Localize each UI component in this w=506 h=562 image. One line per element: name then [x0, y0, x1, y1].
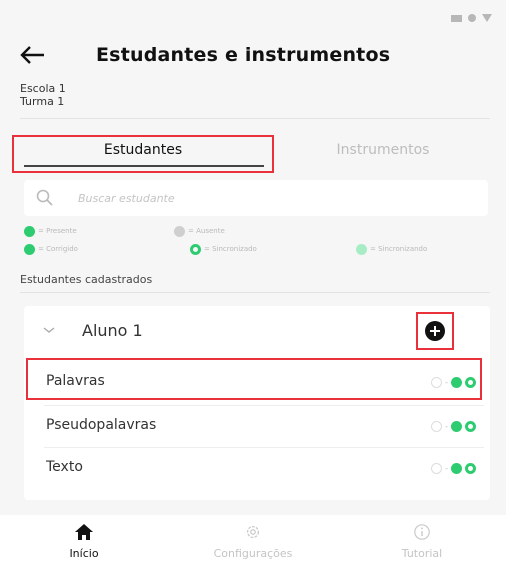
- wifi-icon: [482, 14, 492, 22]
- corrected-dot-icon: [24, 243, 35, 255]
- instrument-row-pseudopalavras[interactable]: Pseudopalavras -: [24, 407, 490, 447]
- add-instrument-highlight: [416, 312, 454, 350]
- add-circle-icon[interactable]: [425, 321, 445, 341]
- status-icons: [451, 14, 492, 22]
- signal-icon: [451, 14, 462, 22]
- app-header: Estudantes e instrumentos: [0, 36, 506, 76]
- synced-ring-icon: [465, 463, 476, 474]
- corrected-dot-icon: [451, 421, 462, 432]
- nav-label: Configurações: [213, 547, 293, 560]
- instrument-status: -: [431, 463, 476, 474]
- row-divider: [44, 447, 484, 448]
- instrument-name: Pseudopalavras: [46, 417, 157, 433]
- status-separator: -: [445, 422, 448, 431]
- absent-dot-icon: [174, 225, 185, 237]
- info-icon: [414, 524, 430, 540]
- nav-label: Início: [69, 547, 99, 560]
- student-name: Aluno 1: [82, 321, 143, 340]
- section-label: Estudantes cadastrados: [20, 273, 153, 286]
- search-bar: [24, 180, 488, 216]
- page-title: Estudantes e instrumentos: [96, 44, 391, 66]
- school-label: Escola 1: [20, 82, 66, 95]
- tab-instrumentos[interactable]: Instrumentos: [276, 128, 490, 172]
- class-label: Turma 1: [20, 95, 65, 108]
- legend-syncing-label: = Sincronizando: [370, 245, 428, 253]
- legend-syncing: = Sincronizando: [356, 243, 428, 255]
- nav-label: Tutorial: [401, 547, 443, 560]
- absent-circle-icon: [431, 421, 443, 432]
- instrument-name: Texto: [46, 459, 83, 475]
- present-dot-icon: [24, 225, 35, 237]
- syncing-dot-icon: [356, 243, 367, 255]
- legend-absent-label: = Ausente: [188, 227, 225, 235]
- nav-configuracoes[interactable]: Configurações: [169, 515, 337, 562]
- student-card: Aluno 1 Palavras - Pseudopalavras - Text…: [24, 306, 490, 500]
- legend-corrected: = Corrigido: [24, 243, 78, 255]
- legend-present-label: = Presente: [38, 227, 77, 235]
- gear-icon: [246, 525, 260, 539]
- synced-ring-icon: [190, 243, 201, 255]
- status-bar: [0, 0, 506, 30]
- search-input[interactable]: [78, 191, 438, 205]
- instrument-status: -: [431, 421, 476, 432]
- instrument-row-texto[interactable]: Texto -: [24, 449, 490, 489]
- section-divider: [20, 292, 490, 293]
- legend-corrected-label: = Corrigido: [38, 245, 78, 253]
- info-divider: [20, 118, 490, 119]
- bottom-nav: Início Configurações Tutorial: [0, 515, 506, 562]
- class-info: Escola 1 Turma 1: [20, 82, 66, 108]
- legend-synced-label: = Sincronizado: [204, 245, 257, 253]
- status-separator: -: [445, 464, 448, 473]
- palavras-highlight-box: [26, 358, 482, 400]
- legend-absent: = Ausente: [174, 225, 225, 237]
- nav-tutorial[interactable]: Tutorial: [338, 515, 506, 562]
- home-icon: [75, 524, 93, 540]
- corrected-dot-icon: [451, 463, 462, 474]
- synced-ring-icon: [465, 421, 476, 432]
- absent-circle-icon: [431, 463, 443, 474]
- back-arrow-icon[interactable]: [18, 40, 48, 70]
- row-divider: [44, 405, 484, 406]
- search-icon: [36, 189, 53, 206]
- tab-highlight-box: [12, 135, 274, 173]
- student-row[interactable]: Aluno 1: [24, 306, 490, 354]
- legend-present: = Presente: [24, 225, 77, 237]
- legend-synced: = Sincronizado: [190, 243, 257, 255]
- chevron-down-icon[interactable]: [42, 325, 56, 335]
- nav-inicio[interactable]: Início: [0, 515, 168, 562]
- record-icon: [468, 14, 476, 22]
- legend-row-2: = Corrigido = Sincronizado = Sincronizan…: [24, 243, 494, 255]
- legend-row-1: = Presente = Ausente: [24, 225, 494, 237]
